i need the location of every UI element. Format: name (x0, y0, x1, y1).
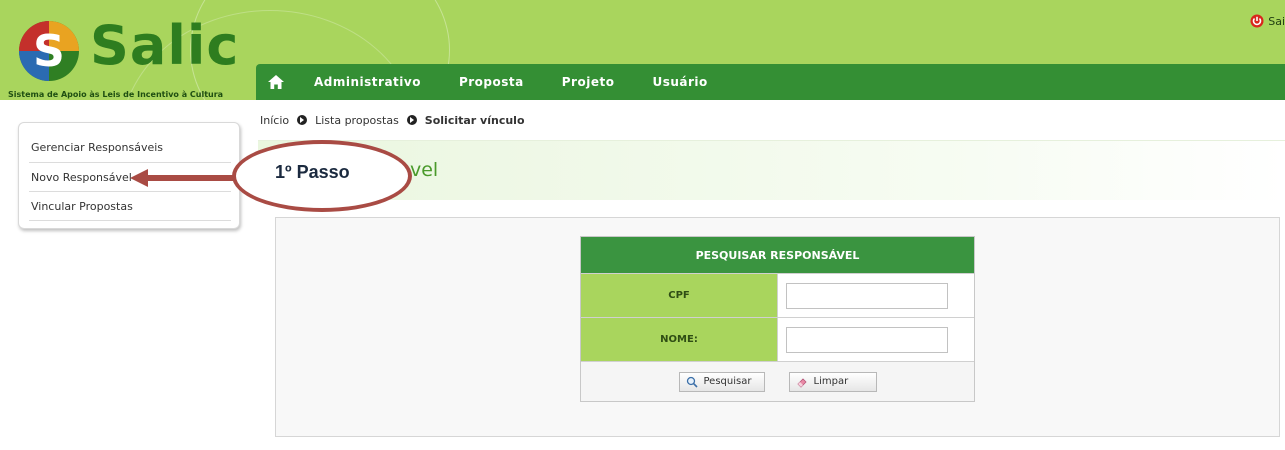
annotation-label: 1º Passo (275, 162, 350, 182)
nav-item-proposta[interactable]: Proposta (459, 75, 524, 89)
cpf-input[interactable] (786, 282, 948, 309)
breadcrumb-item-lista-propostas[interactable]: Lista propostas (315, 114, 399, 127)
clear-button-label: Limpar (813, 376, 849, 387)
eraser-icon (796, 377, 807, 388)
page-title-bar: vel (258, 140, 1285, 200)
page: S Salic Sistema de Apoio às Leis de Ince… (0, 0, 1285, 450)
breadcrumb: Início Lista propostas Solicitar vínculo (260, 112, 525, 128)
power-icon (1250, 14, 1264, 28)
nome-label: NOME: (581, 318, 778, 361)
logout-label: Sai (1268, 14, 1285, 28)
breadcrumb-item-current: Solicitar vínculo (424, 113, 525, 127)
salic-logo[interactable]: S Salic Sistema de Apoio às Leis de Ince… (8, 10, 248, 100)
sidebar-item-novo-responsavel[interactable]: Novo Responsável (29, 163, 231, 192)
page-title: vel (410, 159, 439, 181)
nav-home-button[interactable] (260, 64, 292, 100)
nav-item-usuario[interactable]: Usuário (652, 75, 707, 89)
form-header: PESQUISAR RESPONSÁVEL (581, 237, 974, 273)
home-icon (268, 75, 284, 89)
form-row-nome: NOME: (581, 317, 974, 361)
form-actions: Pesquisar Limpar (581, 361, 974, 401)
main-navbar: Administrativo Proposta Projeto Usuário (256, 64, 1285, 100)
clear-button[interactable]: Limpar (788, 371, 877, 392)
logout-link[interactable]: Sai (1250, 14, 1285, 28)
search-button-label: Pesquisar (703, 376, 752, 387)
magnifier-icon (686, 376, 698, 388)
logo-tagline: Sistema de Apoio às Leis de Incentivo à … (8, 90, 224, 99)
search-button[interactable]: Pesquisar (678, 371, 765, 392)
salic-logo-mark-icon: S (19, 21, 79, 81)
breadcrumb-item-inicio[interactable]: Início (260, 114, 289, 127)
logo-brand-text: Salic (90, 14, 240, 77)
header: S Salic Sistema de Apoio às Leis de Ince… (0, 0, 1285, 100)
nav-item-projeto[interactable]: Projeto (562, 75, 615, 89)
breadcrumb-arrow-icon (406, 115, 417, 125)
svg-text:S: S (33, 26, 65, 77)
form-row-cpf: CPF (581, 273, 974, 317)
sidebar: Gerenciar Responsáveis Novo Responsável … (18, 122, 240, 229)
sidebar-item-vincular-propostas[interactable]: Vincular Propostas (29, 192, 231, 221)
nome-field-cell (778, 318, 974, 361)
sidebar-item-gerenciar-responsaveis[interactable]: Gerenciar Responsáveis (29, 133, 231, 163)
cpf-field-cell (778, 274, 974, 317)
search-responsavel-form: PESQUISAR RESPONSÁVEL CPF NOME: Pesquisa… (580, 236, 975, 402)
breadcrumb-arrow-icon (297, 115, 308, 125)
cpf-label: CPF (581, 274, 778, 317)
nome-input[interactable] (786, 326, 948, 353)
nav-item-administrativo[interactable]: Administrativo (314, 75, 421, 89)
